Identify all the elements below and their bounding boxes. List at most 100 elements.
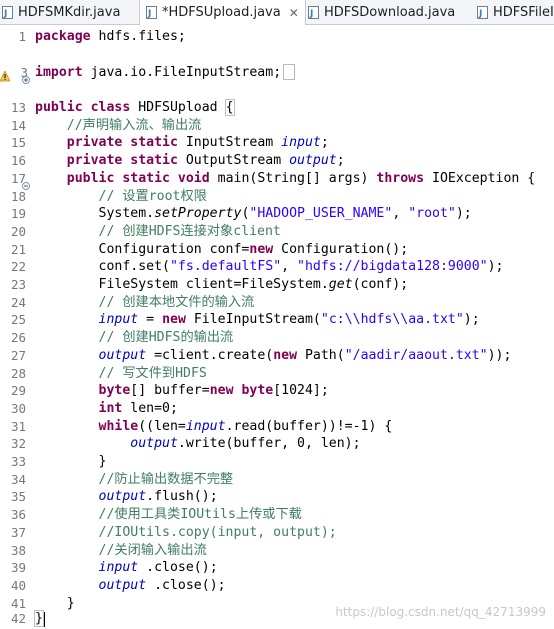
line-number: 22 bbox=[10, 259, 26, 275]
code-line: 39 input .close(); bbox=[0, 559, 554, 577]
code-line: 34 //防止输出数据不完整 bbox=[0, 471, 554, 489]
tab-label: HDFSMKdir.java bbox=[18, 4, 121, 20]
line-number: 14 bbox=[10, 117, 26, 133]
code-text: // 创建HDFS连接对象client bbox=[35, 223, 281, 239]
code-line: 14 //声明输入流、输出流 bbox=[0, 117, 554, 135]
line-number: 26 bbox=[10, 330, 26, 346]
code-text: conf.set("fs.defaultFS", "hdfs://bigdata… bbox=[35, 259, 504, 275]
line-number: 15 bbox=[10, 135, 26, 151]
code-line: 15 private static InputStream input; bbox=[0, 134, 554, 152]
code-text: //声明输入流、输出流 bbox=[35, 117, 202, 133]
line-number: 21 bbox=[10, 241, 26, 257]
line-number: 35 bbox=[10, 489, 26, 505]
line-number: 24 bbox=[10, 294, 26, 310]
editor-tab-bar: J HDFSMKdir.java J *HDFSUpload.java ✕ J … bbox=[0, 0, 554, 25]
code-text: output =client.create(new Path("/aadir/a… bbox=[98, 347, 512, 363]
line-number: 19 bbox=[10, 206, 26, 222]
fold-icon[interactable] bbox=[22, 175, 30, 190]
line-number: 18 bbox=[10, 188, 26, 204]
line-number: 32 bbox=[10, 436, 26, 452]
line-number: 23 bbox=[10, 277, 26, 292]
code-line: 26 // 创建HDFS的输出流 bbox=[0, 329, 554, 347]
svg-text:J: J bbox=[147, 9, 151, 19]
line-number: 38 bbox=[10, 542, 26, 558]
line-number: 29 bbox=[10, 383, 26, 399]
code-text: // 设置root权限 bbox=[35, 188, 207, 204]
line-number: 16 bbox=[10, 153, 26, 169]
line-number: 13 bbox=[10, 100, 26, 115]
code-text: // 创建HDFS的输出流 bbox=[35, 330, 234, 346]
line-number: 1 bbox=[18, 29, 26, 44]
tab-hdfsdownload[interactable]: J HDFSDownload.java bbox=[308, 0, 455, 24]
code-text: //关闭输入输出流 bbox=[35, 542, 207, 558]
code-line: 13 public class HDFSUpload { bbox=[0, 99, 554, 117]
tab-label: *HDFSUpload.java bbox=[162, 5, 281, 20]
code-text: output .close(); bbox=[98, 577, 226, 593]
code-text: while((len=input.read(buffer))!=-1) { bbox=[35, 418, 393, 434]
watermark: https://blog.csdn.net/qq_42713999 bbox=[335, 605, 546, 619]
line-number: 34 bbox=[10, 471, 26, 487]
code-line: 23 FileSystem client=FileSystem.get(conf… bbox=[0, 276, 554, 294]
line-number: 27 bbox=[10, 347, 26, 363]
tab-hdfsupload[interactable]: J *HDFSUpload.java ✕ bbox=[139, 0, 306, 25]
line-number: 36 bbox=[10, 507, 26, 523]
code-line: 37 //IOUtils.copy(input, output); bbox=[0, 524, 554, 542]
tab-label: HDFSDownload.java bbox=[324, 4, 456, 20]
code-line: 25 input = new FileInputStream("c:\\hdfs… bbox=[0, 311, 554, 329]
code-text: private static OutputStream output; bbox=[66, 153, 345, 169]
code-line: 35 output.flush(); bbox=[0, 488, 554, 506]
code-text: Configuration conf=new Configuration(); bbox=[35, 241, 409, 257]
code-line: 1 package hdfs.files; bbox=[0, 28, 554, 46]
code-line: 21 Configuration conf=new Configuration(… bbox=[0, 241, 554, 259]
code-text: // 写文件到HDFS bbox=[35, 365, 207, 381]
line-number: 31 bbox=[10, 418, 26, 434]
code-line: 32 output.write(buffer, 0, len); bbox=[0, 435, 554, 453]
code-text: } bbox=[35, 454, 107, 469]
line-number: 37 bbox=[10, 524, 26, 540]
code-line: 27 output =client.create(new Path("/aadi… bbox=[0, 347, 554, 365]
code-line: 40 output .close(); bbox=[0, 577, 554, 595]
line-number: 25 bbox=[10, 312, 26, 328]
folded-imports-box[interactable] bbox=[283, 64, 296, 80]
tab-label: HDFSFileI bbox=[493, 4, 554, 20]
code-text: int len=0; bbox=[35, 400, 178, 416]
code-line: 22 conf.set("fs.defaultFS", "hdfs://bigd… bbox=[0, 258, 554, 276]
code-text: import java.io.FileInputStream; bbox=[35, 64, 296, 82]
line-number: 33 bbox=[10, 454, 26, 469]
code-line: 18 // 设置root权限 bbox=[0, 188, 554, 206]
code-editor[interactable]: 1 package hdfs.files; 3 import java.io.F… bbox=[0, 26, 554, 629]
code-line: 33 } bbox=[0, 453, 554, 471]
code-line: 3 import java.io.FileInputStream; bbox=[0, 64, 554, 84]
code-text: //IOUtils.copy(input, output); bbox=[35, 524, 337, 540]
tab-hdfsmkdir[interactable]: J HDFSMKdir.java bbox=[2, 0, 120, 24]
code-line: 24 // 创建本地文件的输入流 bbox=[0, 294, 554, 312]
code-line: 31 while((len=input.read(buffer))!=-1) { bbox=[0, 418, 554, 436]
svg-text:J: J bbox=[478, 9, 482, 19]
code-text: //防止输出数据不完整 bbox=[35, 471, 234, 487]
code-text: private static InputStream input; bbox=[66, 135, 329, 151]
java-file-icon: J bbox=[308, 5, 319, 19]
code-text: package hdfs.files; bbox=[35, 29, 186, 44]
tab-hdfsfile[interactable]: J HDFSFileI bbox=[477, 0, 554, 24]
code-text: public class HDFSUpload { bbox=[35, 99, 235, 116]
code-text: System.setProperty("HADOOP_USER_NAME", "… bbox=[35, 206, 472, 222]
line-number: 20 bbox=[10, 223, 26, 239]
code-text: byte[] buffer=new byte[1024]; bbox=[35, 383, 329, 399]
fold-icon[interactable] bbox=[22, 69, 30, 84]
svg-text:J: J bbox=[309, 9, 313, 19]
code-text: public static void main(String[] args) t… bbox=[66, 170, 536, 186]
code-line: 20 // 创建HDFS连接对象client bbox=[0, 223, 554, 241]
code-line: 36 //使用工具类IOUtils上传或下载 bbox=[0, 506, 554, 524]
java-file-icon: J bbox=[477, 5, 488, 19]
svg-text:J: J bbox=[3, 9, 7, 19]
java-file-icon: J bbox=[146, 6, 157, 19]
code-text: } bbox=[34, 610, 44, 628]
code-line: 19 System.setProperty("HADOOP_USER_NAME"… bbox=[0, 205, 554, 223]
code-line: 30 int len=0; bbox=[0, 400, 554, 418]
close-icon[interactable]: ✕ bbox=[289, 6, 299, 20]
code-text: //使用工具类IOUtils上传或下载 bbox=[35, 507, 302, 523]
warning-icon[interactable] bbox=[0, 67, 11, 82]
code-text: // 创建本地文件的输入流 bbox=[35, 294, 255, 310]
code-text: output.flush(); bbox=[98, 489, 218, 505]
line-number: 42 bbox=[10, 611, 26, 627]
